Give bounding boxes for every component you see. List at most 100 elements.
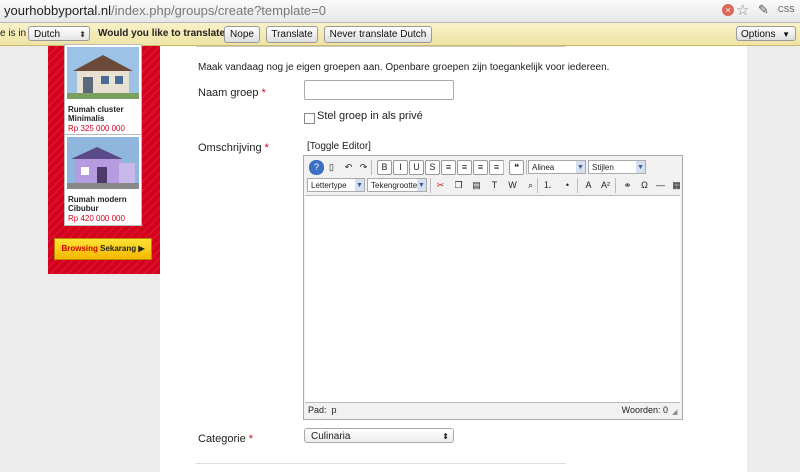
dropdown-arrow-icon: ▼ [782,30,790,39]
rich-text-editor: ? ▯ ↶ ↷ B I U S ≡ ≡ ≡ ≡ ❝ ✂ ❐ ▤ T W ⌕ ⒈ • A A² ⚭ Ω — ▦ Alinea ▼ St… [303,155,683,420]
path-label: Pad: [308,405,327,415]
listing-title: Rumah cluster Minimalis [68,105,124,123]
nope-button[interactable]: Nope [224,26,260,43]
italic-icon[interactable]: I [393,160,408,175]
underline-icon[interactable]: U [409,160,424,175]
language-value: Dutch [34,29,61,40]
group-name-input[interactable] [304,80,454,100]
extension-icon[interactable]: ✎ [758,2,769,18]
options-button[interactable]: Options ▼ [736,26,796,41]
new-document-icon[interactable]: ▯ [324,160,339,175]
cut-icon[interactable]: ✂ [433,178,448,193]
copy-icon[interactable]: ❐ [451,178,466,193]
paste-word-icon[interactable]: W [505,178,520,193]
url-path: /index.php/groups/create?template=0 [110,3,326,18]
paste-icon[interactable]: ▤ [469,178,484,193]
category-value: Culinaria [311,431,351,442]
translate-question: Would you like to translate it? [98,28,241,39]
language-select[interactable]: Dutch ⬍ [28,26,90,41]
font-select[interactable]: Lettertype ▼ [307,178,365,192]
divider [196,46,566,47]
star-icon[interactable]: ☆ [736,1,749,19]
url-text[interactable]: yourhobbyportal.nl/index.php/groups/crea… [4,3,326,18]
address-bar[interactable]: yourhobbyportal.nl/index.php/groups/crea… [0,0,800,23]
category-label: Categorie * [198,433,253,445]
toolbar-separator [430,178,431,193]
dropdown-arrow-icon: ▼ [417,179,426,191]
css-extension-label[interactable]: CSS [778,5,794,14]
description-label-text: Omschrijving [198,142,262,154]
styles-select[interactable]: Stijlen ▼ [588,160,646,174]
editor-path: Pad: p [308,405,337,415]
text-color-icon[interactable]: A [581,178,596,193]
dropdown-arrow-icon: ▼ [636,161,645,173]
align-left-icon[interactable]: ≡ [441,160,456,175]
find-icon[interactable]: ⌕ [523,178,538,193]
translate-button[interactable]: Translate [266,26,318,43]
toolbar-separator [503,160,504,175]
toolbar-separator [615,178,616,193]
listing-title: Rumah modern Cibubur [68,195,127,213]
required-mark: * [264,142,269,154]
format-value: Alinea [532,163,555,172]
toolbar-separator [371,160,372,175]
category-label-text: Categorie [198,433,246,445]
listing-price: Rp 420 000 000 [68,214,125,223]
toolbar-separator [537,178,538,193]
redo-icon[interactable]: ↷ [356,160,371,175]
stop-icon[interactable]: × [722,4,734,16]
listing-card[interactable]: Rumah modern Cibubur Rp 420 000 000 [64,134,142,226]
link-icon[interactable]: ⚭ [620,178,635,193]
toolbar-separator [526,160,527,175]
undo-icon[interactable]: ↶ [341,160,356,175]
table-icon[interactable]: ▦ [669,178,684,193]
select-arrows-icon: ⬍ [442,432,449,441]
house-image [67,137,139,189]
browse-prefix: Browsing [61,244,98,253]
toggle-editor-link[interactable]: [Toggle Editor] [307,141,371,152]
listing-card[interactable]: Rumah cluster Minimalis Rp 325 000 000 [64,44,142,136]
strikethrough-icon[interactable]: S [425,160,440,175]
superscript-icon[interactable]: A² [598,178,613,193]
horizontal-rule-icon[interactable]: — [653,178,668,193]
styles-value: Stijlen [592,163,614,172]
help-icon[interactable]: ? [309,160,324,175]
translate-bar: e is in Dutch ⬍ Would you like to transla… [0,23,800,46]
bold-icon[interactable]: B [377,160,392,175]
translate-prefix: e is in [0,28,27,39]
house-image [67,47,139,99]
required-mark: * [261,87,266,99]
format-select[interactable]: Alinea ▼ [528,160,586,174]
description-label: Omschrijving * [198,142,269,154]
url-host: yourhobbyportal.nl [4,3,111,18]
category-select[interactable]: Culinaria ⬍ [304,428,454,443]
align-justify-icon[interactable]: ≡ [489,160,504,175]
resize-handle-icon[interactable]: ◢ [672,408,680,416]
editor-content-area[interactable] [305,195,680,403]
path-value: p [331,405,337,415]
never-translate-button[interactable]: Never translate Dutch [324,26,432,43]
dropdown-arrow-icon: ▼ [355,179,364,191]
name-label: Naam groep * [198,87,266,99]
dropdown-arrow-icon: ▼ [576,161,585,173]
paste-text-icon[interactable]: T [487,178,502,193]
ordered-list-icon[interactable]: ⒈ [540,178,555,193]
divider [196,463,566,464]
word-count: Woorden: 0 [621,405,668,415]
select-arrows-icon: ⬍ [79,30,86,39]
bullet-list-icon[interactable]: • [560,178,575,193]
special-char-icon[interactable]: Ω [637,178,652,193]
align-right-icon[interactable]: ≡ [473,160,488,175]
align-center-icon[interactable]: ≡ [457,160,472,175]
arrow-right-icon: ▶ [138,244,145,253]
intro-text: Maak vandaag nog je eigen groepen aan. O… [198,62,610,73]
name-label-text: Naam groep [198,87,259,99]
browse-now-button[interactable]: Browsing Sekarang ▶ [54,238,152,260]
browse-label: Sekarang [100,244,137,253]
font-size-select[interactable]: Tekengrootte ▼ [367,178,427,192]
required-mark: * [248,433,254,445]
font-value: Lettertype [311,181,347,190]
blockquote-icon[interactable]: ❝ [509,160,524,175]
font-size-value: Tekengrootte [371,181,418,190]
private-checkbox[interactable] [304,113,315,124]
